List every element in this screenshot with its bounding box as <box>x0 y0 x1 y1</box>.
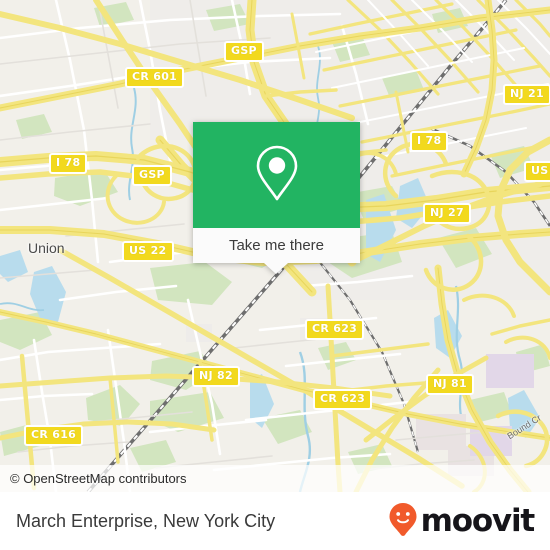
popup-pointer-tail <box>264 263 288 274</box>
map-pin-icon <box>253 143 301 208</box>
road-shield-cr616: CR 616 <box>24 425 84 446</box>
page-footer: March Enterprise, New York City moovit <box>0 492 550 550</box>
map-attribution-bar: © OpenStreetMap contributors <box>0 465 550 492</box>
road-shield-nj27: NJ 27 <box>423 203 471 224</box>
road-shield-gsp-south: GSP <box>132 165 172 186</box>
road-shield-nj82: NJ 82 <box>192 366 240 387</box>
road-shield-us: US <box>524 161 550 182</box>
map-popup-card[interactable]: Take me there <box>193 122 360 274</box>
moovit-pin-smiley-icon <box>388 502 418 541</box>
road-shield-nj81: NJ 81 <box>426 374 474 395</box>
road-shield-cr623-north: CR 623 <box>305 319 365 340</box>
map-canvas[interactable]: .land { fill:#f2f0ea; } .urban { fill:#e… <box>0 0 550 492</box>
road-shield-gsp-north: GSP <box>224 41 264 62</box>
road-shield-i78-west: I 78 <box>49 153 88 174</box>
moovit-map-page: .land { fill:#f2f0ea; } .urban { fill:#e… <box>0 0 550 550</box>
take-me-there-label: Take me there <box>228 237 325 254</box>
road-shield-cr601: CR 601 <box>125 67 185 88</box>
location-title: March Enterprise, New York City <box>16 510 276 531</box>
road-shield-i78-east: I 78 <box>410 131 449 152</box>
place-label-union: Union <box>28 240 65 256</box>
road-shield-us22: US 22 <box>122 241 174 262</box>
road-shield-cr623-south: CR 623 <box>313 389 373 410</box>
osm-attribution-text[interactable]: © OpenStreetMap contributors <box>10 471 187 486</box>
moovit-brand[interactable]: moovit <box>388 502 536 541</box>
road-shield-nj21: NJ 21 <box>503 84 550 105</box>
moovit-wordmark: moovit <box>420 502 536 539</box>
take-me-there-button[interactable]: Take me there <box>193 228 360 263</box>
popup-pin-area <box>193 122 360 228</box>
